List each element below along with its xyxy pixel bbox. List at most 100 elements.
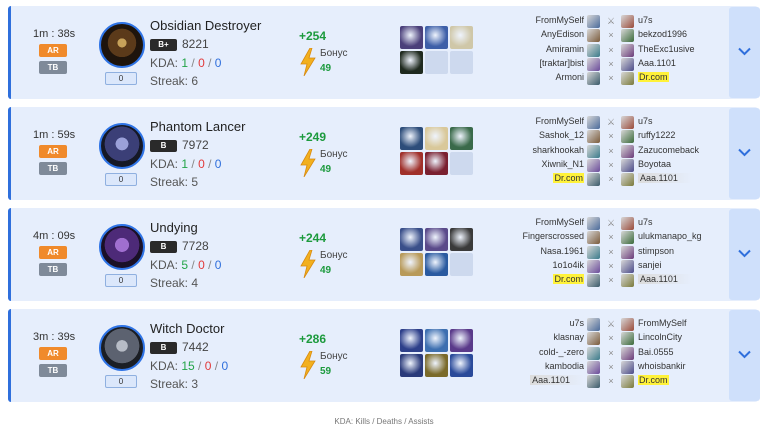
player-name-dire[interactable]: Aaa.1101 [638,58,676,68]
player-hero-icon [587,43,600,57]
item-slot [450,152,473,175]
mode-badge-ar: AR [39,145,67,158]
player-hero-icon [621,173,634,187]
match-counter[interactable]: 0 [105,375,137,388]
assists-value: 0 [214,157,222,171]
versus-icon: × [608,246,614,257]
player-name-radiant[interactable]: FromMySelf [535,116,584,126]
player-name-radiant[interactable]: Fingerscrossed [522,231,584,241]
player-hero-icon [621,217,634,230]
expand-match-button[interactable] [729,310,760,401]
player-hero-icon [587,318,600,331]
player-name-radiant[interactable]: u7s [569,318,584,328]
item-slot [400,228,423,251]
player-row: Nasa.1961 × stimpson [479,245,729,259]
player-hero-icon [621,72,634,86]
player-name-radiant[interactable]: Dr.com [553,173,584,184]
player-name-radiant[interactable]: Aaa.1101 [530,375,584,386]
player-hero-icon [621,375,634,389]
match-counter[interactable]: 0 [105,274,137,287]
player-name-dire[interactable]: Boyotaa [638,159,671,169]
item-slot [425,127,448,150]
item-slot [425,329,448,352]
rank-badge: B [150,241,177,253]
expand-match-button[interactable] [729,7,760,98]
crossed-swords-icon: ⚔ [606,16,616,26]
player-name-dire[interactable]: u7s [638,15,653,25]
player-name-radiant[interactable]: Xiwnik_N1 [541,159,584,169]
player-row: Fingerscrossed × ulukmanapo_kg [479,231,729,245]
player-row: FromMySelf ⚔ u7s [479,116,729,129]
hero-avatar [99,123,145,169]
crossed-swords-icon: ⚔ [606,218,616,228]
player-name-radiant[interactable]: FromMySelf [535,217,584,227]
player-name-radiant[interactable]: 1o1o4ik [552,260,584,270]
player-name-radiant[interactable]: Sashok_12 [539,130,584,140]
player-name-dire[interactable]: Aaa.1101 [638,274,692,285]
player-name-radiant[interactable]: Dr.com [553,274,584,285]
player-row: FromMySelf ⚔ u7s [479,15,729,28]
player-name-radiant[interactable]: Armoni [555,72,584,82]
player-name-dire[interactable]: Zazucomeback [638,145,699,155]
match-counter[interactable]: 0 [105,173,137,186]
player-hero-icon [621,57,634,71]
player-name-radiant[interactable]: Nasa.1961 [540,246,584,256]
kda-label: KDA: [150,359,179,373]
versus-icon: × [608,174,614,185]
streak-count: Streak: 5 [150,175,199,189]
player-row: Dr.com × Aaa.1101 [479,173,729,187]
player-name-dire[interactable]: u7s [638,217,653,227]
kda-legend: KDA: Kills / Deaths / Assists [334,417,434,426]
player-name-radiant[interactable]: sharkhookah [532,145,584,155]
player-hero-icon [587,231,600,245]
player-name-dire[interactable]: Bai.0555 [638,347,674,357]
versus-icon: × [608,145,614,156]
match-card: 1m : 38s AR TB 0 Obsidian Destroyer B+ 8221 KDA… [8,6,760,99]
player-name-dire[interactable]: ruffy1222 [638,130,675,140]
lightning-bolt-icon [300,249,316,283]
versus-icon: × [608,44,614,55]
streak-count: Streak: 3 [150,377,199,391]
versus-icon: × [608,58,614,69]
kda-separator: / [188,157,199,171]
player-name-radiant[interactable]: cold-_-zero [539,347,584,357]
match-duration: 4m : 09s [33,230,76,242]
expand-match-button[interactable] [729,209,760,300]
player-name-radiant[interactable]: klasnay [553,332,584,342]
player-name-dire[interactable]: Dr.com [638,72,669,83]
match-counter[interactable]: 0 [105,72,137,85]
item-slot [400,26,423,49]
player-name-radiant[interactable]: FromMySelf [535,15,584,25]
player-name-dire[interactable]: stimpson [638,246,674,256]
crossed-swords-icon: ⚔ [606,117,616,127]
players-list: u7s ⚔ FromMySelf klasnay × LincolnCity cold-_-… [479,318,729,394]
match-duration: 1m : 59s [33,129,76,141]
rank-badge: B [150,140,177,152]
player-row: Armoni × Dr.com [479,72,729,86]
player-name-radiant[interactable]: Amiramin [546,44,584,54]
player-hero-icon [621,360,634,374]
player-row: Amiramin × TheExc1usive [479,43,729,57]
item-slot [400,253,423,276]
player-name-radiant[interactable]: AnyEdison [541,29,584,39]
player-name-dire[interactable]: ulukmanapo_kg [638,231,702,241]
player-name-dire[interactable]: u7s [638,116,653,126]
hero-avatar [99,325,145,371]
player-name-dire[interactable]: Aaa.1101 [638,173,692,184]
player-name-dire[interactable]: Dr.com [638,375,669,386]
player-name-dire[interactable]: TheExc1usive [638,44,695,54]
kda-label: KDA: [150,258,179,272]
deaths-value: 0 [198,157,205,171]
player-name-dire[interactable]: LincolnCity [638,332,682,342]
player-name-dire[interactable]: sanjei [638,260,662,270]
player-name-radiant[interactable]: [traktar]bist [539,58,584,68]
versus-icon: × [608,275,614,286]
player-hero-icon [587,173,600,187]
item-slot [450,127,473,150]
expand-match-button[interactable] [729,108,760,199]
player-name-dire[interactable]: bekzod1996 [638,29,687,39]
player-name-dire[interactable]: whoisbankir [638,361,686,371]
player-name-radiant[interactable]: kambodia [545,361,584,371]
player-name-dire[interactable]: FromMySelf [638,318,687,328]
player-hero-icon [621,346,634,360]
